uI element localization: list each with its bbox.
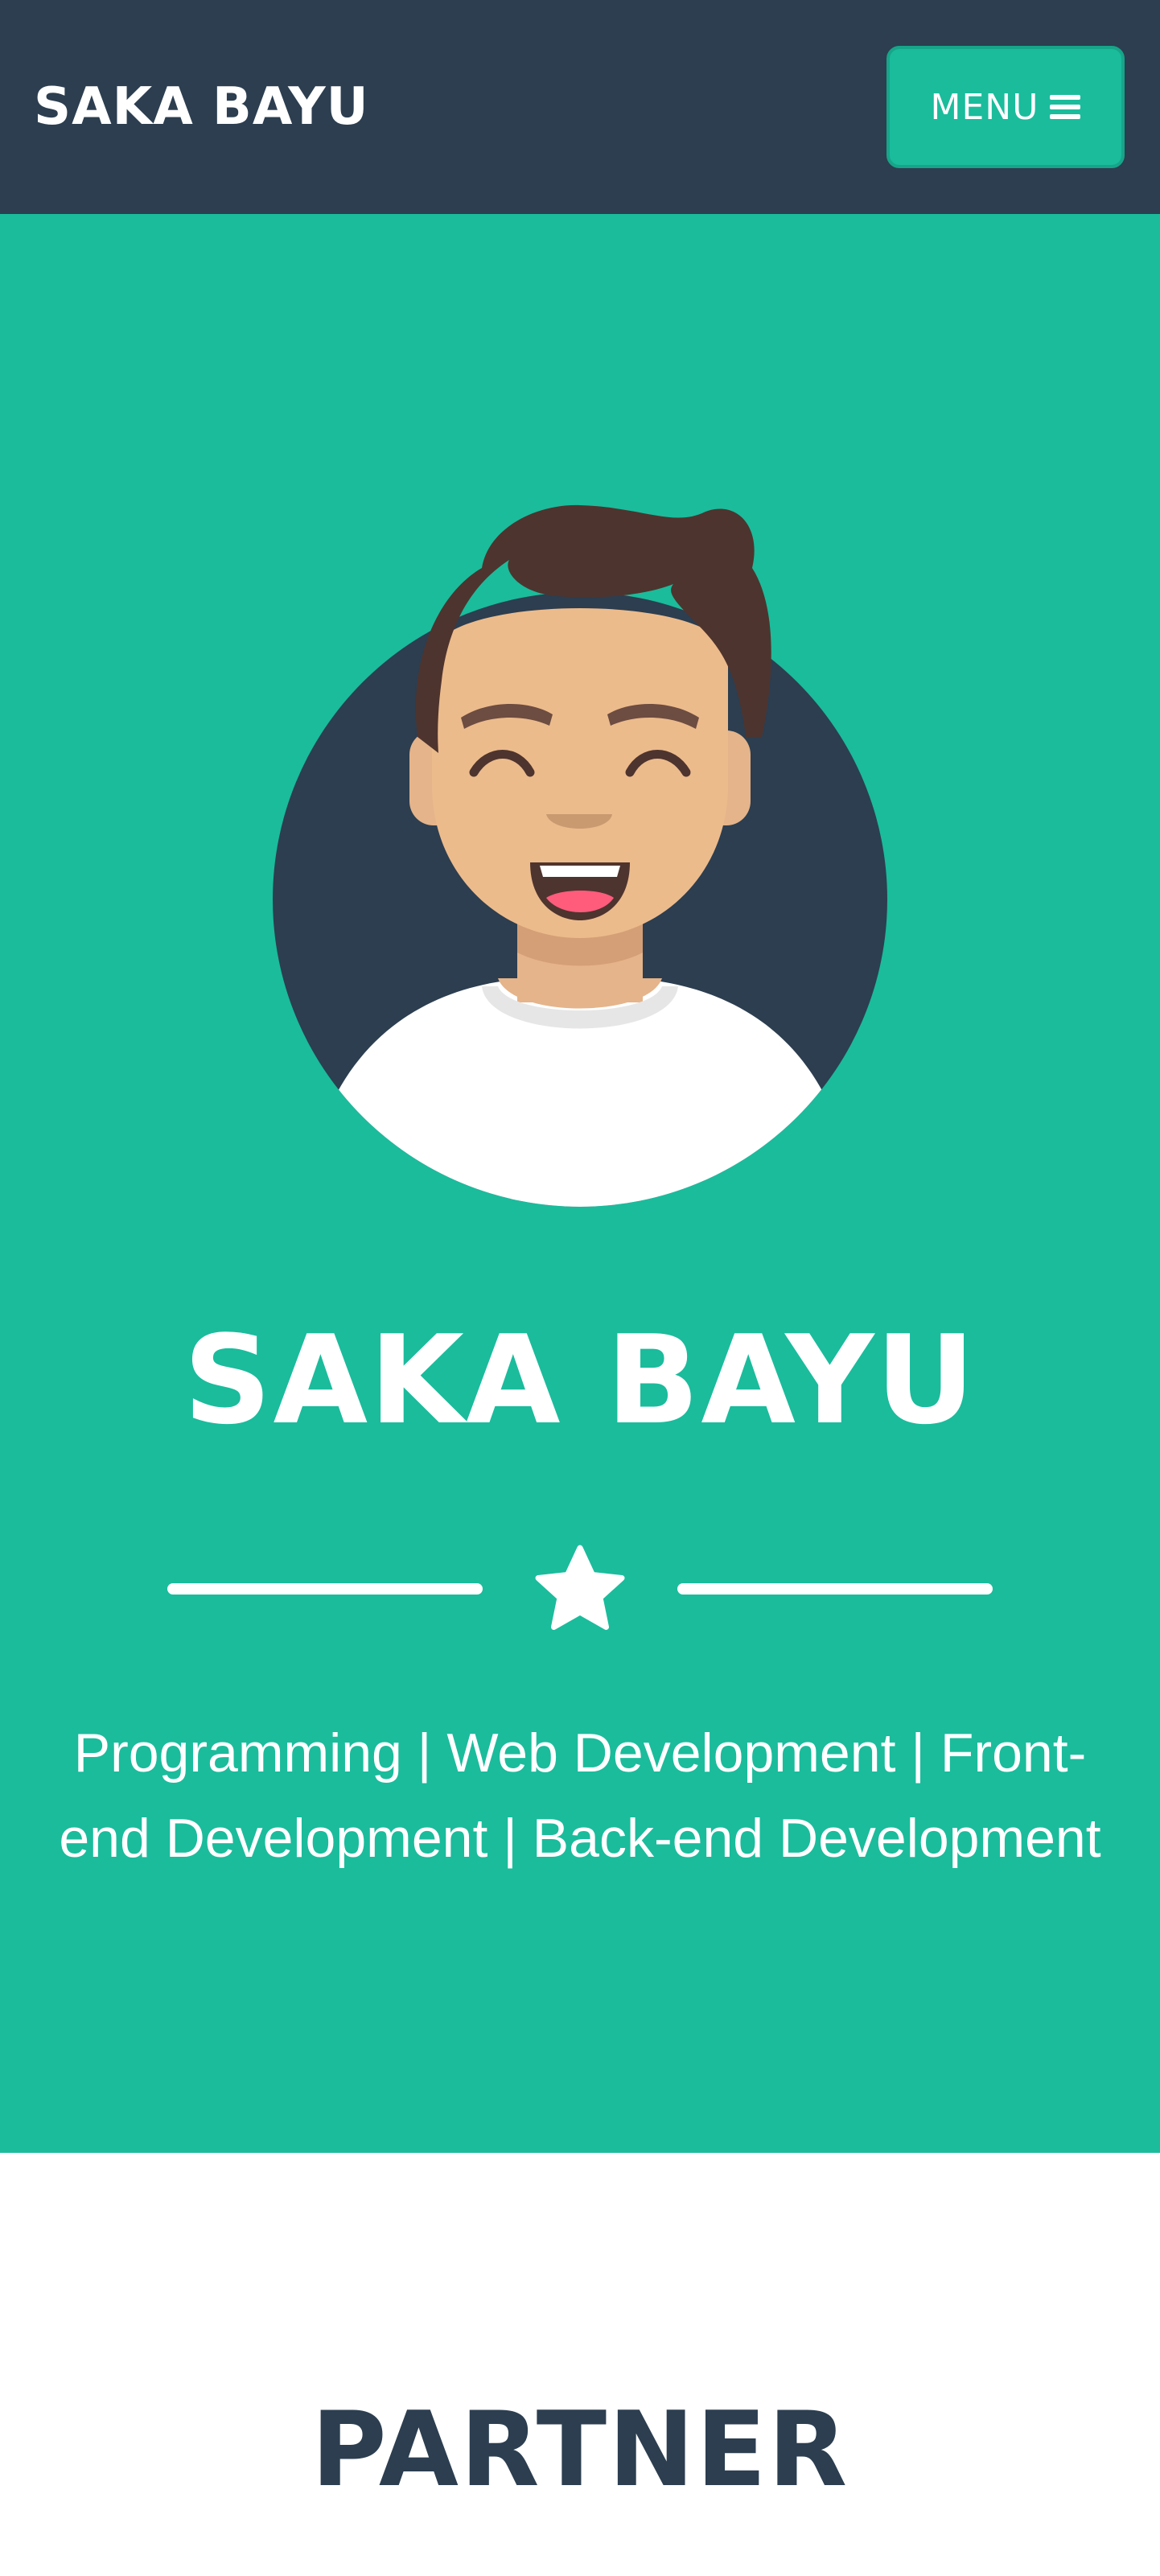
- star-divider: [167, 1533, 993, 1646]
- avatar-illustration: [273, 504, 887, 1207]
- hero-title: SAKA BAYU: [183, 1309, 977, 1451]
- star-icon: [535, 1545, 625, 1630]
- partner-heading: PARTNER: [311, 2390, 849, 2510]
- masthead: SAKA BAYU Programming | Web Development …: [0, 214, 1160, 2153]
- menu-button[interactable]: MENU: [886, 46, 1125, 168]
- partner-section: PARTNER: [0, 2153, 1160, 2576]
- menu-button-label: MENU: [930, 86, 1039, 128]
- navbar: SAKA BAYU MENU: [0, 0, 1160, 214]
- brand-link[interactable]: SAKA BAYU: [34, 77, 369, 137]
- hamburger-icon: [1050, 95, 1081, 119]
- hero-subtitle: Programming | Web Development | Front-en…: [59, 1722, 1101, 1869]
- divider-line-right: [677, 1583, 993, 1595]
- divider-line-left: [167, 1583, 483, 1595]
